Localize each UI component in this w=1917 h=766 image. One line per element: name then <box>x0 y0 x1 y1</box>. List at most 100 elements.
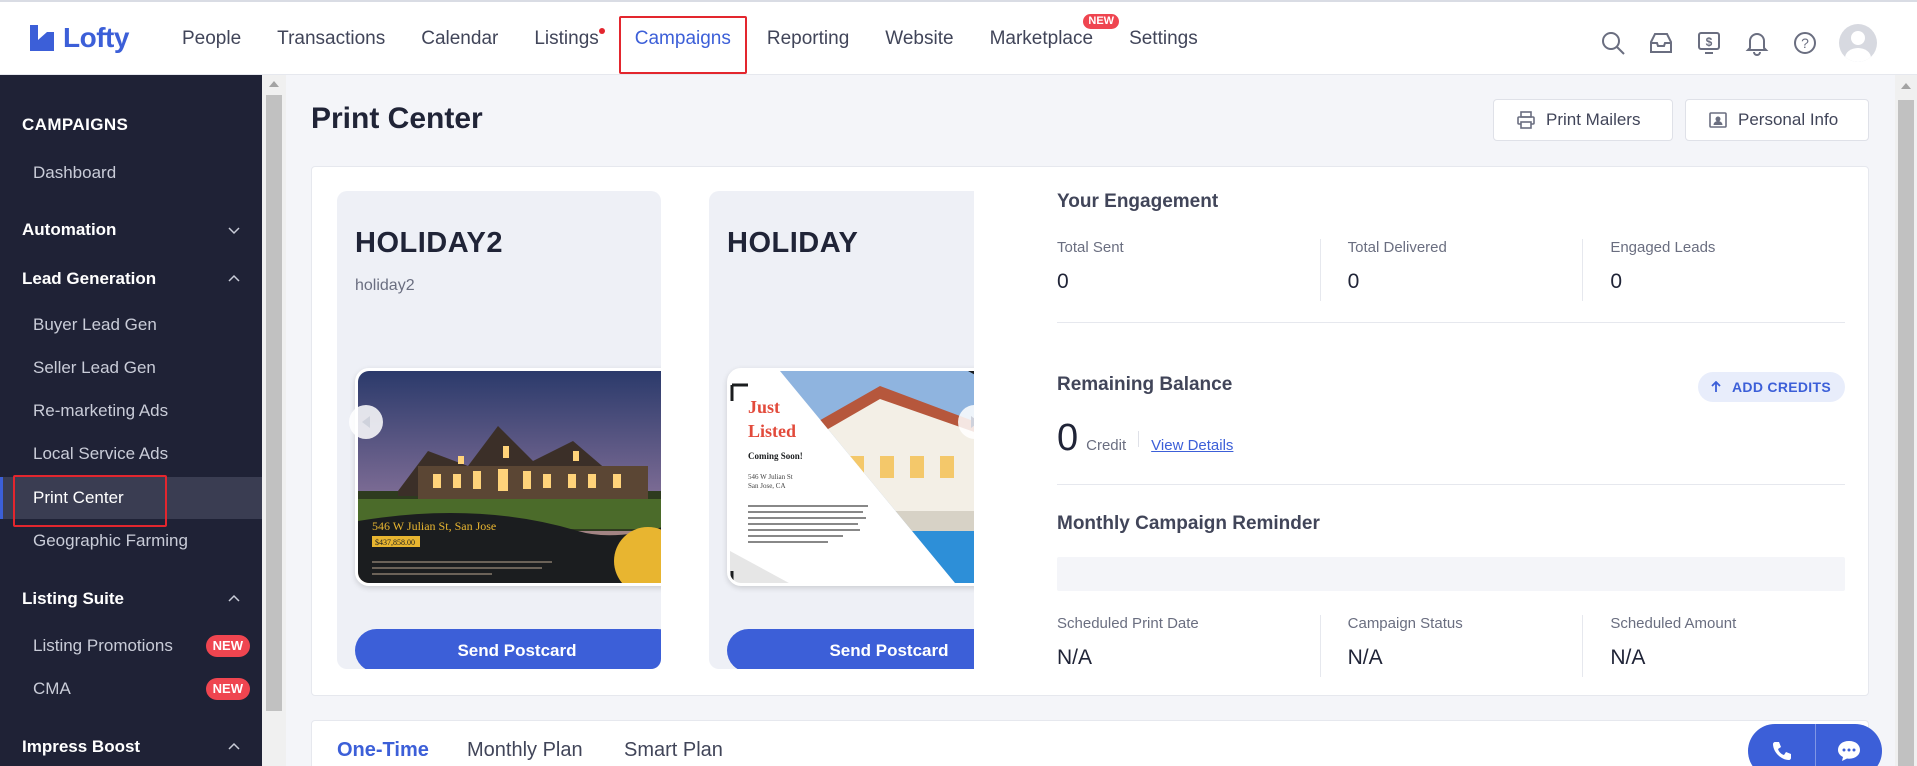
printer-icon <box>1517 111 1535 129</box>
nav-people[interactable]: People <box>164 18 259 60</box>
nav-marketplace-label: Marketplace <box>989 28 1094 49</box>
stat-scheduled-amount: Scheduled Amount N/A <box>1582 615 1845 677</box>
id-card-icon <box>1709 112 1727 128</box>
lofty-logo[interactable]: Lofty <box>27 22 129 54</box>
sidebar-scrollbar[interactable] <box>262 75 286 766</box>
page-scrollbar[interactable] <box>1895 75 1917 766</box>
stat-label: Scheduled Amount <box>1610 615 1737 632</box>
print-center-panel: HOLIDAY2 holiday2 546 W Julian St, San J… <box>311 166 1869 696</box>
sidebar-item-listing-promotions[interactable]: Listing Promotions NEW <box>0 625 262 667</box>
plan-tabs: One-Time Monthly Plan Smart Plan <box>311 720 1869 766</box>
sidebar-group-impress-boost[interactable]: Impress Boost <box>0 726 262 766</box>
engagement-stats: Total Sent 0 Total Delivered 0 Engaged L… <box>1057 239 1845 301</box>
stat-value: 0 <box>1610 270 1622 293</box>
sidebar-group-lead-generation[interactable]: Lead Generation <box>0 258 262 300</box>
nav-transactions[interactable]: Transactions <box>259 18 403 60</box>
divider <box>1057 484 1845 485</box>
chevron-up-icon <box>228 742 240 750</box>
print-mailers-button[interactable]: Print Mailers <box>1493 99 1673 141</box>
carousel-prev-button[interactable] <box>349 405 383 439</box>
stat-value: 0 <box>1347 270 1360 293</box>
sidebar-item-remarketing-ads[interactable]: Re-marketing Ads <box>0 390 262 432</box>
billing-icon[interactable]: $ <box>1695 29 1723 57</box>
stat-value: N/A <box>1610 646 1646 669</box>
sidebar-group-automation[interactable]: Automation <box>0 209 262 251</box>
postcard-headline: Just <box>748 397 780 417</box>
postcard-address: 546 W Julian St, San Jose <box>372 519 496 533</box>
stat-campaign-status: Campaign Status N/A <box>1319 615 1583 677</box>
nav-listings[interactable]: Listings <box>516 18 616 60</box>
stat-label: Total Sent <box>1057 239 1124 256</box>
divider <box>1138 430 1140 447</box>
nav-reporting[interactable]: Reporting <box>749 18 867 60</box>
sidebar-item-local-service-ads[interactable]: Local Service Ads <box>0 433 262 475</box>
chevron-up-icon <box>228 594 240 602</box>
sidebar-item-cma[interactable]: CMA NEW <box>0 668 262 710</box>
balance-row: 0 Credit View Details <box>1057 417 1233 460</box>
reminder-title: Monthly Campaign Reminder <box>1057 513 1320 534</box>
search-icon[interactable] <box>1599 29 1627 57</box>
sidebar-item-buyer-lead-gen[interactable]: Buyer Lead Gen <box>0 304 262 346</box>
divider <box>1057 322 1845 323</box>
nav-calendar[interactable]: Calendar <box>403 18 516 60</box>
add-credits-button[interactable]: ADD CREDITS <box>1698 372 1845 402</box>
stat-engaged-leads: Engaged Leads 0 <box>1582 239 1845 301</box>
new-badge: NEW <box>205 678 250 700</box>
sidebar-group-label: Impress Boost <box>22 737 141 756</box>
chat-button[interactable] <box>1815 724 1882 766</box>
stat-value: N/A <box>1347 646 1383 669</box>
chevron-right-icon <box>971 416 974 428</box>
tab-one-time[interactable]: One-Time <box>337 739 429 762</box>
nav-website[interactable]: Website <box>867 18 971 60</box>
inbox-icon[interactable] <box>1647 29 1675 57</box>
balance-unit: Credit <box>1086 437 1127 454</box>
sidebar-item-dashboard[interactable]: Dashboard <box>0 152 262 194</box>
stat-value: N/A <box>1057 646 1093 669</box>
engagement-title: Your Engagement <box>1057 191 1219 212</box>
nav-campaigns[interactable]: Campaigns <box>617 16 749 74</box>
sidebar: CAMPAIGNS Dashboard Automation Lead Gene… <box>0 75 262 766</box>
view-details-link[interactable]: View Details <box>1151 437 1233 454</box>
scrollbar-thumb[interactable] <box>1898 100 1914 766</box>
stat-scheduled-print-date: Scheduled Print Date N/A <box>1057 615 1320 677</box>
tab-monthly-plan[interactable]: Monthly Plan <box>467 739 583 762</box>
help-icon[interactable]: ? <box>1791 29 1819 57</box>
postcard-coming: Coming Soon! <box>748 451 803 461</box>
personal-info-button[interactable]: Personal Info <box>1685 99 1869 141</box>
template-title: HOLIDAY <box>727 227 859 259</box>
sidebar-item-geographic-farming[interactable]: Geographic Farming <box>0 520 262 562</box>
postcard-preview[interactable]: Just Listed Coming Soon! 546 W Julian St… <box>727 368 974 586</box>
postcard-template-card[interactable]: HOLIDAY2 holiday2 546 W Julian St, San J… <box>337 191 661 669</box>
bell-icon[interactable] <box>1743 29 1771 57</box>
scroll-up-arrow-icon[interactable] <box>269 81 279 87</box>
svg-text:?: ? <box>1801 35 1809 51</box>
scrollbar-thumb[interactable] <box>266 95 282 711</box>
nav-marketplace[interactable]: Marketplace NEW <box>972 14 1120 60</box>
user-avatar[interactable] <box>1839 24 1877 62</box>
chevron-down-icon <box>228 227 240 235</box>
arrow-up-icon <box>1711 381 1721 392</box>
phone-button[interactable] <box>1748 724 1815 766</box>
sidebar-item-print-center[interactable]: Print Center <box>0 475 262 527</box>
send-postcard-button[interactable]: Send Postcard <box>727 629 974 669</box>
tab-smart-plan[interactable]: Smart Plan <box>624 739 723 762</box>
postcard-address: 546 W Julian St <box>748 473 793 481</box>
stat-value: 0 <box>1057 270 1069 293</box>
lofty-logo-icon <box>30 25 54 51</box>
scroll-up-arrow-icon[interactable] <box>1901 83 1911 89</box>
stat-label: Scheduled Print Date <box>1057 615 1199 632</box>
nav-settings[interactable]: Settings <box>1111 18 1216 60</box>
sidebar-group-label: Lead Generation <box>22 269 157 288</box>
top-icons: $ ? <box>1599 24 1877 62</box>
top-navigation-bar: Lofty People Transactions Calendar Listi… <box>0 0 1917 75</box>
personal-info-label: Personal Info <box>1738 110 1839 129</box>
stat-label: Engaged Leads <box>1610 239 1716 256</box>
sidebar-item-seller-lead-gen[interactable]: Seller Lead Gen <box>0 347 262 389</box>
sidebar-group-label: Automation <box>22 220 117 239</box>
chevron-left-icon <box>362 416 370 428</box>
postcard-template-card[interactable]: HOLIDAY Just Listed Coming Soon! 546 W J… <box>709 191 974 669</box>
send-postcard-button[interactable]: Send Postcard <box>355 629 661 669</box>
postcard-preview[interactable]: 546 W Julian St, San Jose $437,858.00 <box>355 368 661 586</box>
chevron-up-icon <box>228 274 240 282</box>
sidebar-group-listing-suite[interactable]: Listing Suite <box>0 578 262 620</box>
